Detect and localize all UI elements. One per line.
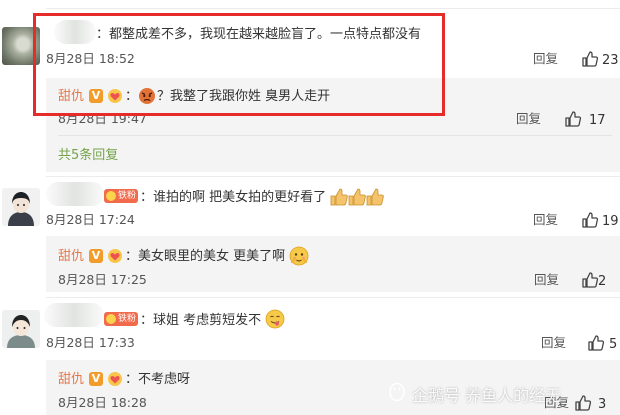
comment-text: ：球姐 考虑剪短发不 — [140, 314, 261, 327]
reply-button[interactable]: 回复 — [533, 52, 558, 66]
thumbs-up-icon[interactable] — [581, 211, 599, 229]
comment-body: 球姐 考虑剪短发不 — [153, 313, 262, 328]
colon: ： — [140, 190, 154, 205]
penguin-logo-icon — [389, 382, 405, 402]
reply-body: 美女眼里的美女 更美了啊 — [138, 249, 286, 264]
thumbs-up-icon[interactable] — [587, 334, 605, 352]
like-count: 2 — [598, 274, 607, 289]
colon: ： — [125, 372, 139, 387]
highlight-box — [33, 13, 445, 116]
thumbs-up-icon[interactable] — [564, 110, 582, 128]
reply-button[interactable]: 回复 — [516, 112, 541, 126]
like-count: 17 — [589, 113, 606, 128]
reply-button[interactable]: 回复 — [533, 213, 558, 227]
reply-text: ：不考虑呀 — [125, 373, 190, 386]
thumbs-up-icon[interactable] — [581, 50, 599, 68]
reply-button[interactable]: 回复 — [541, 336, 566, 350]
thumbs-up-icon[interactable] — [581, 271, 599, 289]
colon: ： — [125, 249, 139, 264]
fan-badge: 铁粉 — [104, 189, 139, 203]
comment-body: 谁拍的啊 把美女拍的更好看了 — [153, 190, 327, 205]
watermark-text: 企鹅号 养鱼人的经无 — [412, 386, 562, 405]
reply-username[interactable]: 甜仇 — [58, 250, 84, 263]
reply-username[interactable]: 甜仇 — [58, 373, 84, 386]
divider — [46, 8, 620, 9]
divider — [46, 297, 620, 298]
more-replies-link[interactable]: 共5条回复 — [58, 149, 118, 162]
comment-text: ：谁拍的啊 把美女拍的更好看了 — [140, 191, 326, 204]
avatar[interactable] — [2, 310, 40, 348]
thumbs-up-icon[interactable] — [574, 394, 592, 412]
verified-badge: V — [89, 372, 103, 386]
fan-badge: 铁粉 — [104, 312, 139, 326]
avatar[interactable] — [2, 188, 40, 226]
colon: ： — [140, 313, 154, 328]
like-count: 3 — [598, 397, 607, 412]
username-blurred[interactable] — [46, 182, 104, 206]
verified-badge: V — [89, 249, 103, 263]
timestamp: 8月28日 17:25 — [58, 272, 147, 287]
fan-heart-icon — [108, 372, 122, 386]
fan-heart-icon — [108, 249, 122, 263]
like-count: 5 — [609, 337, 618, 352]
reply-button[interactable]: 回复 — [534, 273, 559, 287]
username-blurred[interactable] — [44, 303, 104, 327]
like-count: 19 — [602, 214, 619, 229]
timestamp: 8月28日 17:24 — [46, 212, 135, 227]
tongue-emoji-icon — [265, 309, 285, 329]
avatar-illustration — [2, 310, 40, 348]
divider — [58, 135, 612, 136]
divider — [46, 176, 620, 177]
like-count: 23 — [602, 53, 619, 68]
reply-text: ：美女眼里的美女 更美了啊 — [125, 250, 285, 263]
reply-body: 不考虑呀 — [138, 372, 191, 387]
blushing-emoji-icon — [289, 246, 309, 266]
timestamp: 8月28日 17:33 — [46, 335, 135, 350]
thumbs-up-emoji-icon — [330, 188, 384, 206]
timestamp: 8月28日 18:28 — [58, 395, 147, 410]
avatar-illustration — [2, 188, 40, 226]
